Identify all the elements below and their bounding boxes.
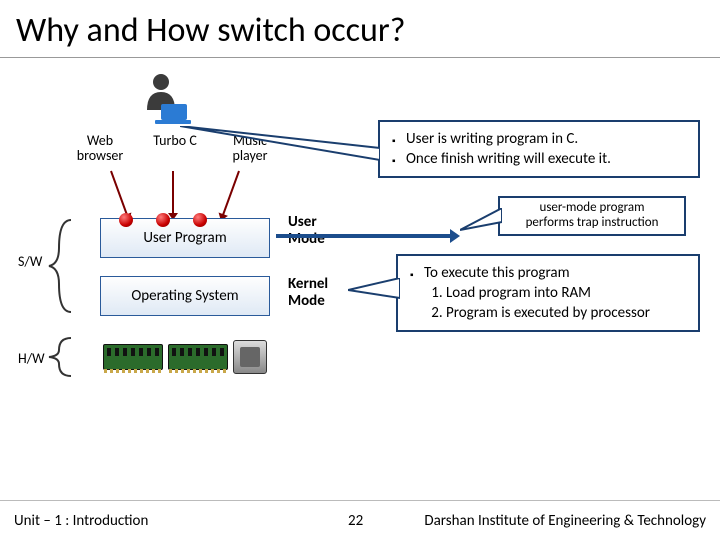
cpu-icon bbox=[233, 340, 267, 374]
footer-unit: Unit – 1 : Introduction bbox=[14, 512, 148, 530]
dot-icon bbox=[193, 213, 207, 227]
callout-writing-c: User is writing program in C. Once finis… bbox=[378, 120, 700, 178]
callout-text: User is writing program in C. bbox=[392, 130, 690, 148]
label-user-mode: User Mode bbox=[288, 214, 344, 247]
footer-page: 22 bbox=[348, 512, 363, 530]
label-kernel-mode: Kernel Mode bbox=[288, 276, 344, 309]
box-user-program: User Program bbox=[100, 218, 270, 258]
callout-text: Program is executed by processor bbox=[446, 304, 690, 322]
callout-tail-icon bbox=[460, 208, 502, 234]
box-operating-system: Operating System bbox=[100, 276, 270, 316]
box-user-program-label: User Program bbox=[143, 229, 226, 247]
callout-text: Load program into RAM bbox=[446, 284, 690, 302]
dot-icon bbox=[156, 213, 170, 227]
app-web-browser: Web browser bbox=[70, 133, 130, 164]
user-at-laptop-icon bbox=[135, 70, 195, 130]
footer-institute: Darshan Institute of Engineering & Techn… bbox=[424, 512, 706, 530]
callout-text: performs trap instruction bbox=[508, 216, 676, 231]
arrow-music-to-box bbox=[222, 171, 240, 217]
dot-icon bbox=[119, 213, 133, 227]
callout-tail-icon bbox=[348, 278, 400, 304]
callout-text: Once finish writing will execute it. bbox=[392, 150, 690, 168]
brace-hw-icon bbox=[45, 336, 75, 378]
arrow-web-to-box bbox=[110, 171, 128, 217]
hardware-row bbox=[100, 336, 270, 378]
label-sw: S/W bbox=[18, 253, 42, 270]
callout-text: user-mode program bbox=[508, 201, 676, 216]
brace-sw-icon bbox=[45, 218, 75, 314]
callout-tail-icon bbox=[180, 126, 380, 166]
arrow-turbo-to-box bbox=[172, 171, 174, 215]
label-hw: H/W bbox=[18, 350, 45, 367]
ram-icon bbox=[168, 344, 228, 370]
callout-execute: To execute this program Load program int… bbox=[396, 254, 700, 332]
diagram-stage: Web browser Turbo C Music player User Pr… bbox=[0, 58, 720, 488]
page-title: Why and How switch occur? bbox=[0, 0, 720, 58]
callout-trap: user-mode program performs trap instruct… bbox=[498, 196, 686, 236]
arrow-long-icon bbox=[276, 234, 452, 238]
footer: Unit – 1 : Introduction 22 Darshan Insti… bbox=[0, 500, 720, 540]
callout-text: To execute this program bbox=[410, 264, 690, 282]
ram-icon bbox=[103, 344, 163, 370]
